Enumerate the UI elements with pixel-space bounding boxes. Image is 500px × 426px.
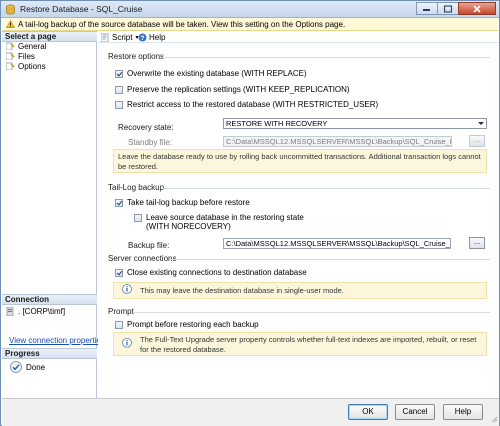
restore-options-title: Restore options (108, 52, 165, 61)
restrict-access-checkbox[interactable]: Restrict access to the restored database… (115, 100, 378, 109)
warning-icon (5, 19, 16, 30)
server-info-text: This may leave the destination database … (140, 286, 344, 295)
prompt-before-label: Prompt before restoring each backup (127, 320, 259, 329)
view-connection-properties-link[interactable]: View connection properties (9, 336, 105, 345)
page-item-label: General (18, 41, 47, 51)
banner-text: A tail-log backup of the source database… (18, 20, 346, 29)
checkbox-box (115, 320, 123, 329)
options-page: Script ▾ ? Help Restore options Overwrit… (98, 31, 499, 398)
page-item-options[interactable]: Options (6, 61, 46, 71)
checkbox-box (115, 100, 123, 109)
page-wrench-icon (6, 52, 15, 60)
preserve-label: Preserve the replication settings (WITH … (127, 85, 350, 94)
restrict-label: Restrict access to the restored database… (127, 100, 379, 109)
window-controls (416, 2, 496, 16)
progress-status: Done (10, 361, 45, 373)
left-pane: Select a page General Files Options Conn… (2, 31, 105, 398)
take-tail-log-checkbox[interactable]: Take tail-log backup before restore (115, 198, 250, 207)
checkmark-icon (10, 361, 22, 373)
close-icon (473, 4, 481, 13)
divider (160, 57, 490, 58)
checkbox-box (115, 69, 123, 78)
restore-database-dialog: Restore Database - SQL_Cruise A tail-log… (0, 0, 500, 426)
connection-header: Connection (2, 294, 97, 305)
script-label: Script (112, 32, 133, 42)
minimize-icon (423, 8, 430, 11)
recovery-state-label: Recovery state: (118, 123, 174, 132)
take-tail-log-label: Take tail-log backup before restore (127, 198, 250, 207)
recovery-state-value: RESTORE WITH RECOVERY (226, 119, 328, 128)
page-wrench-icon (6, 42, 15, 50)
help-icon: ? (138, 33, 147, 42)
page-item-label: Options (18, 61, 46, 71)
script-icon (101, 32, 109, 42)
checkbox-box (115, 198, 123, 207)
warning-banner: A tail-log backup of the source database… (2, 18, 498, 31)
prompt-title: Prompt (108, 307, 134, 316)
standby-browse-button[interactable]: ... (469, 135, 485, 147)
divider (170, 259, 490, 260)
tail-log-title: Tail-Log backup (108, 183, 165, 192)
server-info-box: This may leave the destination database … (113, 282, 487, 299)
checkbox-box (115, 85, 123, 94)
server-connections-title: Server connections (108, 254, 177, 263)
title-bar[interactable]: Restore Database - SQL_Cruise (1, 1, 499, 18)
backup-file-label: Backup file: (128, 241, 170, 250)
window-title: Restore Database - SQL_Cruise (20, 4, 143, 14)
page-item-label: Files (18, 51, 35, 61)
overwrite-label: Overwrite the existing database (WITH RE… (127, 69, 307, 78)
minimize-button[interactable] (416, 2, 438, 15)
checkbox-box (115, 268, 123, 277)
page-item-files[interactable]: Files (6, 51, 35, 61)
server-icon (6, 307, 14, 316)
help-button[interactable]: Help (443, 404, 483, 420)
page-wrench-icon (6, 62, 15, 70)
info-icon (122, 337, 132, 351)
maximize-button[interactable] (437, 2, 459, 15)
ok-button[interactable]: OK (348, 404, 388, 420)
standby-file-label: Standby file: (128, 138, 173, 147)
preserve-replication-checkbox[interactable]: Preserve the replication settings (WITH … (115, 85, 350, 94)
recovery-state-select[interactable]: RESTORE WITH RECOVERY (223, 118, 487, 129)
help-label: Help (149, 32, 166, 42)
recovery-info-box: Leave the database ready to use by rolli… (113, 149, 487, 173)
svg-text:?: ? (141, 35, 145, 42)
divider (162, 188, 490, 189)
recovery-info-text: Leave the database ready to use by rolli… (118, 152, 481, 171)
chevron-down-icon (478, 122, 484, 125)
close-connections-label: Close existing connections to destinatio… (127, 268, 307, 277)
progress-header: Progress (2, 348, 97, 359)
leave-restoring-checkbox[interactable]: Leave source database in the restoring s… (134, 213, 304, 231)
backup-file-input[interactable]: C:\Data\MSSQL12.MSSQLSERVER\MSSQL\Backup… (223, 238, 451, 249)
connection-info: . [CORP\timf] (6, 307, 65, 316)
prompt-before-checkbox[interactable]: Prompt before restoring each backup (115, 320, 259, 329)
toolbar: Script ▾ ? Help (98, 31, 499, 43)
standby-file-input[interactable]: C:\Data\MSSQL12.MSSQLSERVER\MSSQL\Backup… (223, 136, 452, 147)
leave-restoring-label: Leave source database in the restoring s… (146, 213, 304, 231)
database-restore-icon (5, 4, 16, 15)
close-connections-checkbox[interactable]: Close existing connections to destinatio… (115, 268, 307, 277)
overwrite-checkbox[interactable]: Overwrite the existing database (WITH RE… (115, 69, 307, 78)
prompt-info-text: The Full-Text Upgrade server property co… (140, 335, 477, 354)
help-toolbar-button[interactable]: ? Help (138, 32, 165, 42)
button-bar: OK Cancel Help (2, 398, 499, 426)
progress-status-label: Done (26, 362, 46, 372)
info-icon (122, 283, 132, 298)
connection-text: . [CORP\timf] (18, 307, 66, 316)
divider (134, 312, 490, 313)
resize-grip-icon[interactable] (490, 415, 498, 425)
close-button[interactable] (458, 2, 496, 15)
prompt-info-box: The Full-Text Upgrade server property co… (113, 332, 487, 356)
leave-restoring-line2: (WITH NORECOVERY) (146, 222, 231, 231)
maximize-icon (444, 5, 452, 12)
page-item-general[interactable]: General (6, 41, 46, 51)
cancel-button[interactable]: Cancel (395, 404, 435, 420)
script-button[interactable]: Script ▾ (101, 32, 138, 42)
checkbox-box (134, 214, 142, 222)
backup-file-browse-button[interactable]: ... (469, 237, 485, 249)
leave-restoring-line1: Leave source database in the restoring s… (146, 213, 304, 222)
